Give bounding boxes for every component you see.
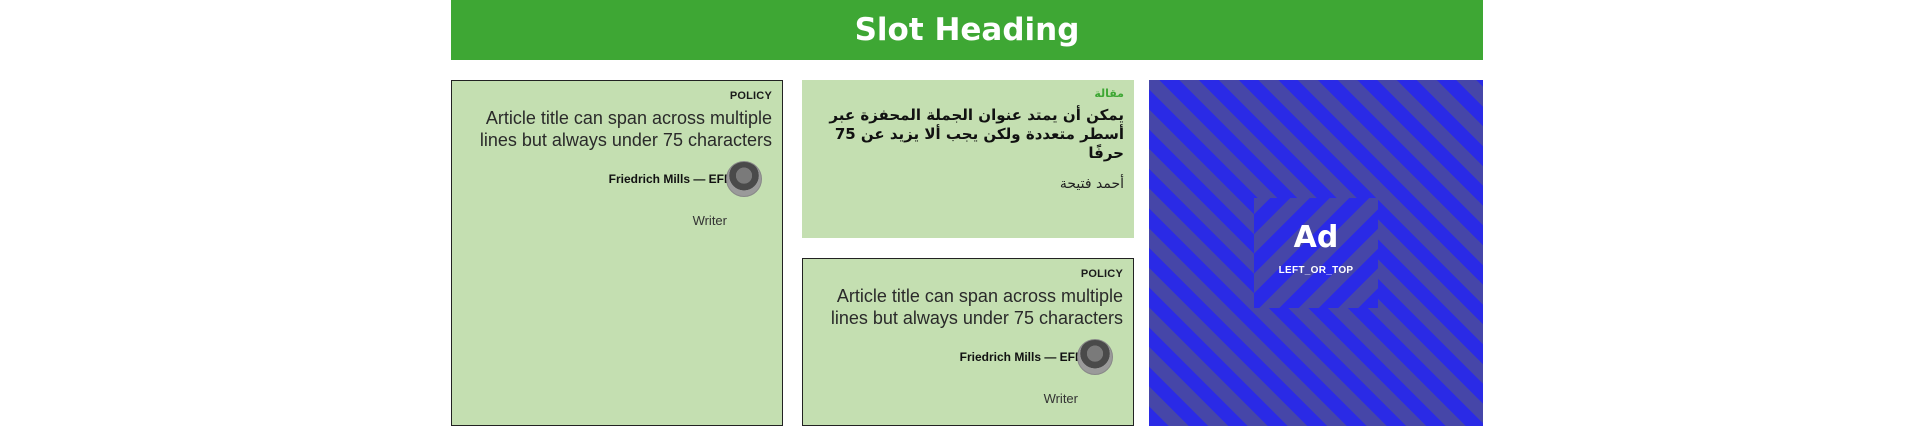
article-card-policy-small[interactable]: POLICY Article title can span across mul… [802, 258, 1134, 426]
card-author-role: Writer [692, 213, 727, 228]
article-card-policy-large[interactable]: POLICY Article title can span across mul… [451, 80, 783, 426]
card-byline[interactable]: Friedrich Mills — EFE [609, 161, 762, 197]
card-author-role: Writer [1043, 391, 1078, 406]
author-avatar-icon[interactable] [726, 161, 762, 197]
card-title[interactable]: يمكن أن يمتد عنوان الجملة المحفزة عبر أس… [824, 106, 1124, 163]
card-author[interactable]: أحمد فتيحة [1060, 176, 1124, 192]
card-title[interactable]: Article title can span across multiple l… [823, 285, 1123, 329]
card-author[interactable]: Friedrich Mills — EFE [960, 350, 1083, 364]
card-byline[interactable]: Friedrich Mills — EFE [960, 339, 1113, 375]
ad-placeholder[interactable]: Ad LEFT_OR_TOP [1254, 198, 1378, 308]
ad-slot[interactable]: Ad LEFT_OR_TOP [1149, 80, 1483, 426]
slot-heading: Slot Heading [451, 0, 1483, 60]
article-card-arabic[interactable]: مقالة يمكن أن يمتد عنوان الجملة المحفزة … [802, 80, 1134, 238]
ad-label: Ad [1293, 220, 1339, 255]
card-title[interactable]: Article title can span across multiple l… [472, 107, 772, 151]
card-kicker[interactable]: POLICY [730, 90, 772, 102]
card-author[interactable]: Friedrich Mills — EFE [609, 172, 732, 186]
card-kicker[interactable]: مقالة [1094, 87, 1124, 100]
author-avatar-icon[interactable] [1077, 339, 1113, 375]
card-kicker[interactable]: POLICY [1081, 268, 1123, 280]
ad-position-label: LEFT_OR_TOP [1278, 265, 1354, 276]
